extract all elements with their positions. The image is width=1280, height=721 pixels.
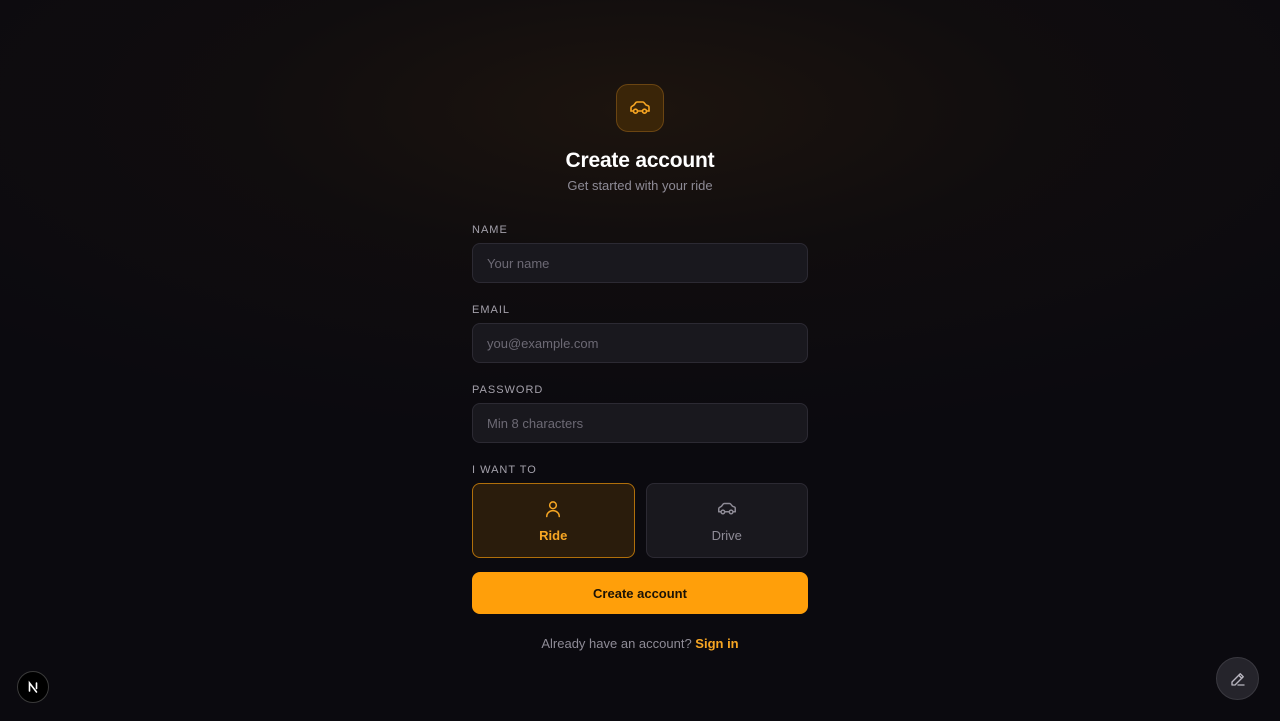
- role-selector: Ride Drive: [472, 483, 808, 558]
- create-account-button[interactable]: Create account: [472, 572, 808, 614]
- user-icon: [543, 498, 563, 520]
- car-icon: [630, 101, 650, 114]
- app-logo: [616, 84, 664, 132]
- role-label: I WANT TO: [472, 464, 537, 476]
- signup-form-container: Create account Get started with your rid…: [472, 84, 808, 652]
- signin-prompt: Already have an account? Sign in: [472, 636, 808, 652]
- role-option-drive-label: Drive: [711, 527, 742, 543]
- name-label: NAME: [472, 224, 508, 236]
- nextjs-dev-badge[interactable]: [17, 671, 49, 703]
- signin-prompt-text: Already have an account?: [541, 636, 692, 651]
- name-input[interactable]: [472, 243, 808, 283]
- role-option-drive[interactable]: Drive: [645, 483, 808, 558]
- password-input[interactable]: [472, 403, 808, 443]
- role-option-ride-label: Ride: [539, 527, 568, 543]
- email-input[interactable]: [472, 323, 808, 363]
- page-subtitle: Get started with your ride: [567, 178, 713, 193]
- email-label: EMAIL: [472, 304, 511, 316]
- logo-wrap: [472, 84, 808, 132]
- car-icon: [716, 498, 738, 520]
- password-label: PASSWORD: [472, 384, 544, 396]
- signin-link[interactable]: Sign in: [695, 636, 738, 651]
- role-option-ride[interactable]: Ride: [472, 483, 635, 558]
- pencil-icon: [1230, 672, 1245, 686]
- edit-button[interactable]: [1216, 657, 1259, 700]
- nextjs-logo-icon: [28, 680, 38, 693]
- page-title: Create account: [565, 149, 715, 172]
